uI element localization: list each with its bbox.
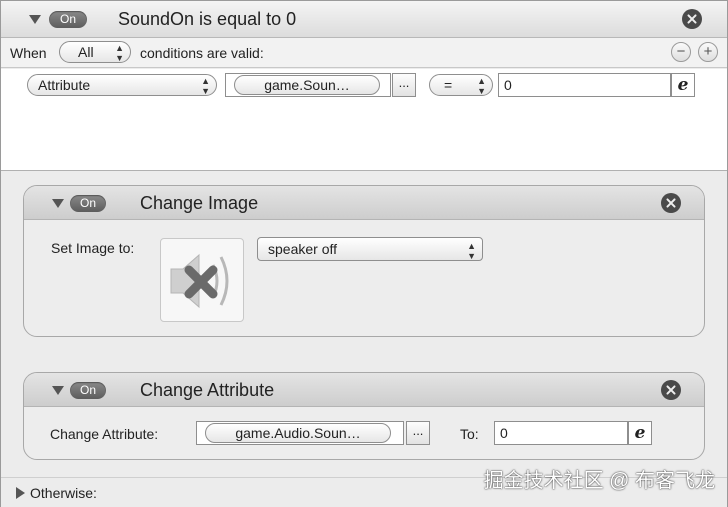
set-image-label: Set Image to: — [51, 240, 135, 256]
when-select[interactable]: All ▲ ▼ — [59, 41, 131, 63]
watermark: 掘金技术社区 @ 布客飞龙 — [483, 470, 715, 492]
select-arrows-icon: ▲ ▼ — [115, 43, 124, 63]
condition-type-value: Attribute — [38, 77, 91, 93]
change-attribute-field: game.Audio.Soun… — [196, 421, 404, 445]
change-attribute-on-toggle[interactable]: On — [70, 382, 106, 399]
change-image-close-icon[interactable] — [661, 193, 681, 213]
condition-operator-select[interactable]: = ▲ ▼ — [429, 74, 493, 96]
to-label: To: — [460, 426, 479, 442]
change-attribute-behavior: On Change Attribute Change Attribute: ga… — [23, 372, 705, 460]
rule-title[interactable]: SoundOn is equal to 0 — [118, 9, 296, 30]
change-attribute-title: Change Attribute — [140, 380, 275, 400]
collapse-triangle-icon[interactable] — [29, 15, 41, 24]
change-attribute-token[interactable]: game.Audio.Soun… — [205, 423, 391, 443]
change-attribute-value-input[interactable]: 0 — [494, 421, 628, 445]
add-condition-button[interactable]: + — [698, 42, 718, 62]
conditions-valid-label: conditions are valid: — [140, 45, 264, 61]
change-attribute-expression-button[interactable]: e — [628, 421, 652, 445]
expand-triangle-icon[interactable] — [16, 487, 25, 499]
collapse-triangle-icon[interactable] — [52, 199, 64, 208]
condition-attribute-text: game.Soun… — [264, 77, 350, 93]
rule-on-toggle[interactable]: On — [49, 11, 87, 28]
image-select-value: speaker off — [268, 241, 338, 257]
change-attribute-close-icon[interactable] — [661, 380, 681, 400]
change-image-title: Change Image — [140, 193, 259, 213]
change-image-behavior: On Change Image Set Image to: speaker of… — [23, 185, 705, 337]
condition-attribute-browse-button[interactable]: ... — [392, 73, 416, 97]
otherwise-label: Otherwise: — [30, 485, 97, 501]
select-arrows-icon: ▲ ▼ — [477, 76, 486, 96]
when-select-value: All — [78, 44, 94, 60]
change-image-header: On Change Image — [24, 186, 704, 220]
conditions-list: Attribute ▲ ▼ game.Soun… ... = ▲ ▼ 0 e — [1, 69, 727, 171]
change-image-on-toggle[interactable]: On — [70, 195, 106, 212]
select-arrows-icon: ▲ ▼ — [201, 76, 210, 96]
condition-type-select[interactable]: Attribute ▲ ▼ — [27, 74, 217, 96]
change-attribute-label: Change Attribute: — [50, 426, 159, 442]
rule-editor: On SoundOn is equal to 0 When All ▲ ▼ con… — [0, 0, 728, 507]
rule-close-icon[interactable] — [682, 9, 702, 29]
change-attribute-header: On Change Attribute — [24, 373, 704, 407]
condition-attribute-token[interactable]: game.Soun… — [234, 75, 380, 95]
image-select[interactable]: speaker off ▲ ▼ — [257, 237, 483, 261]
speaker-off-icon — [170, 253, 229, 309]
conditions-bar: When All ▲ ▼ conditions are valid: − + — [1, 38, 727, 68]
condition-value-input[interactable]: 0 — [498, 73, 671, 97]
when-label: When — [10, 45, 47, 61]
change-attribute-browse-button[interactable]: ... — [406, 421, 430, 445]
image-preview[interactable] — [160, 238, 244, 322]
rule-header: On SoundOn is equal to 0 — [1, 1, 727, 38]
condition-attribute-field: game.Soun… — [225, 73, 391, 97]
change-attribute-text: game.Audio.Soun… — [235, 425, 361, 441]
select-arrows-icon: ▲ ▼ — [467, 241, 476, 261]
collapse-triangle-icon[interactable] — [52, 386, 64, 395]
condition-operator-value: = — [444, 77, 453, 93]
remove-condition-button[interactable]: − — [671, 42, 691, 62]
condition-expression-button[interactable]: e — [671, 73, 695, 97]
